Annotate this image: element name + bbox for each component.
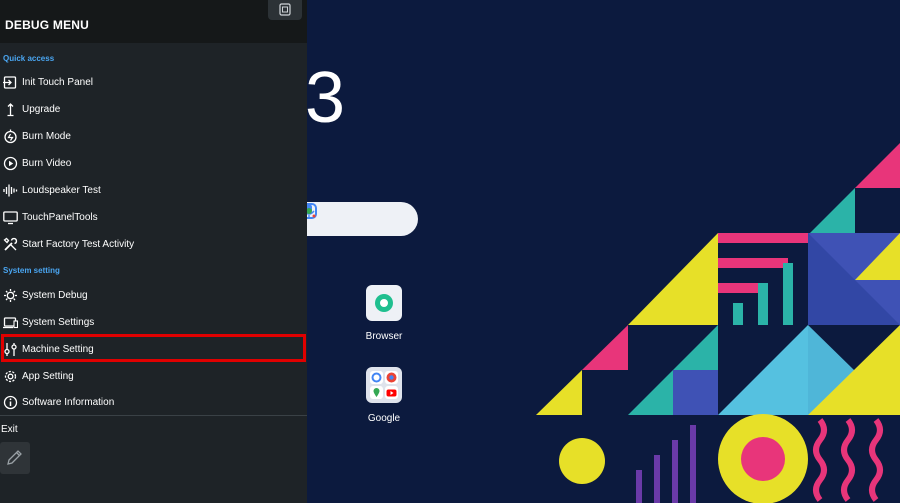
menu-item-burn-video[interactable]: Burn Video xyxy=(0,151,307,178)
menu-item-label: Init Touch Panel xyxy=(22,77,93,88)
info-icon xyxy=(3,395,18,410)
menu-item-label: Start Factory Test Activity xyxy=(22,239,135,250)
app-label: Google xyxy=(367,413,401,424)
menu-item-label: Loudspeaker Test xyxy=(22,185,101,196)
menu-item-label: System Debug xyxy=(22,290,88,301)
monitor-icon xyxy=(3,211,18,225)
pin-window-button[interactable] xyxy=(268,0,302,20)
login-arrow-icon xyxy=(3,76,17,89)
chrome-icon xyxy=(385,371,398,384)
burn-mode-icon xyxy=(4,129,17,144)
page-title: DEBUG MENU xyxy=(5,18,90,32)
maps-icon xyxy=(370,386,383,399)
app-label: Browser xyxy=(365,331,403,342)
pencil-icon xyxy=(7,450,22,465)
menu-item-software-information[interactable]: Software Information xyxy=(0,390,307,417)
debug-menu-header: DEBUG MENU xyxy=(0,0,307,43)
menu-item-label: Software Information xyxy=(22,397,115,408)
menu-item-start-factory-test-activity[interactable]: Start Factory Test Activity xyxy=(0,232,307,259)
youtube-icon xyxy=(385,386,398,399)
selection-highlight-box xyxy=(1,334,306,362)
tools-icon xyxy=(3,237,18,251)
menu-item-label: Burn Video xyxy=(22,158,72,169)
google-g-icon xyxy=(370,371,383,384)
menu-item-touchpaneltools[interactable]: TouchPanelTools xyxy=(0,205,307,232)
section-heading-quick-access: Quick access xyxy=(3,54,55,63)
menu-item-app-setting[interactable]: App Setting xyxy=(0,364,307,391)
gear-icon xyxy=(4,370,17,383)
menu-item-label: TouchPanelTools xyxy=(22,212,98,223)
exit-button[interactable]: Exit xyxy=(1,424,18,435)
devices-icon xyxy=(3,317,18,329)
menu-item-label: Burn Mode xyxy=(22,131,71,142)
app-browser[interactable]: Browser xyxy=(349,285,419,342)
edit-button[interactable] xyxy=(0,442,30,474)
menu-item-label: App Setting xyxy=(22,371,74,382)
section-heading-system-setting: System setting xyxy=(3,266,60,275)
menu-item-upgrade[interactable]: Upgrade xyxy=(0,97,307,124)
search-bar[interactable] xyxy=(300,202,418,236)
browser-icon[interactable] xyxy=(366,285,402,321)
window-pin-icon xyxy=(279,3,291,16)
menu-item-init-touch-panel[interactable]: Init Touch Panel xyxy=(0,70,307,97)
menu-item-system-debug[interactable]: System Debug xyxy=(0,283,307,310)
menu-item-label: Upgrade xyxy=(22,104,61,115)
upgrade-arrow-icon xyxy=(7,103,14,117)
menu-item-label: System Settings xyxy=(22,317,95,328)
bug-gear-icon xyxy=(4,289,17,302)
divider xyxy=(0,415,307,416)
app-google-folder[interactable]: Google xyxy=(349,367,419,424)
clock-display: 3 xyxy=(305,58,346,138)
menu-item-burn-mode[interactable]: Burn Mode xyxy=(0,124,307,151)
google-folder-icon[interactable] xyxy=(366,367,402,403)
play-circle-icon xyxy=(3,156,18,171)
debug-menu-panel: DEBUG MENU Quick access Init Touch Panel… xyxy=(0,0,307,503)
waveform-icon xyxy=(3,184,18,197)
menu-item-loudspeaker-test[interactable]: Loudspeaker Test xyxy=(0,178,307,205)
menu-item-system-settings[interactable]: System Settings xyxy=(0,310,307,337)
